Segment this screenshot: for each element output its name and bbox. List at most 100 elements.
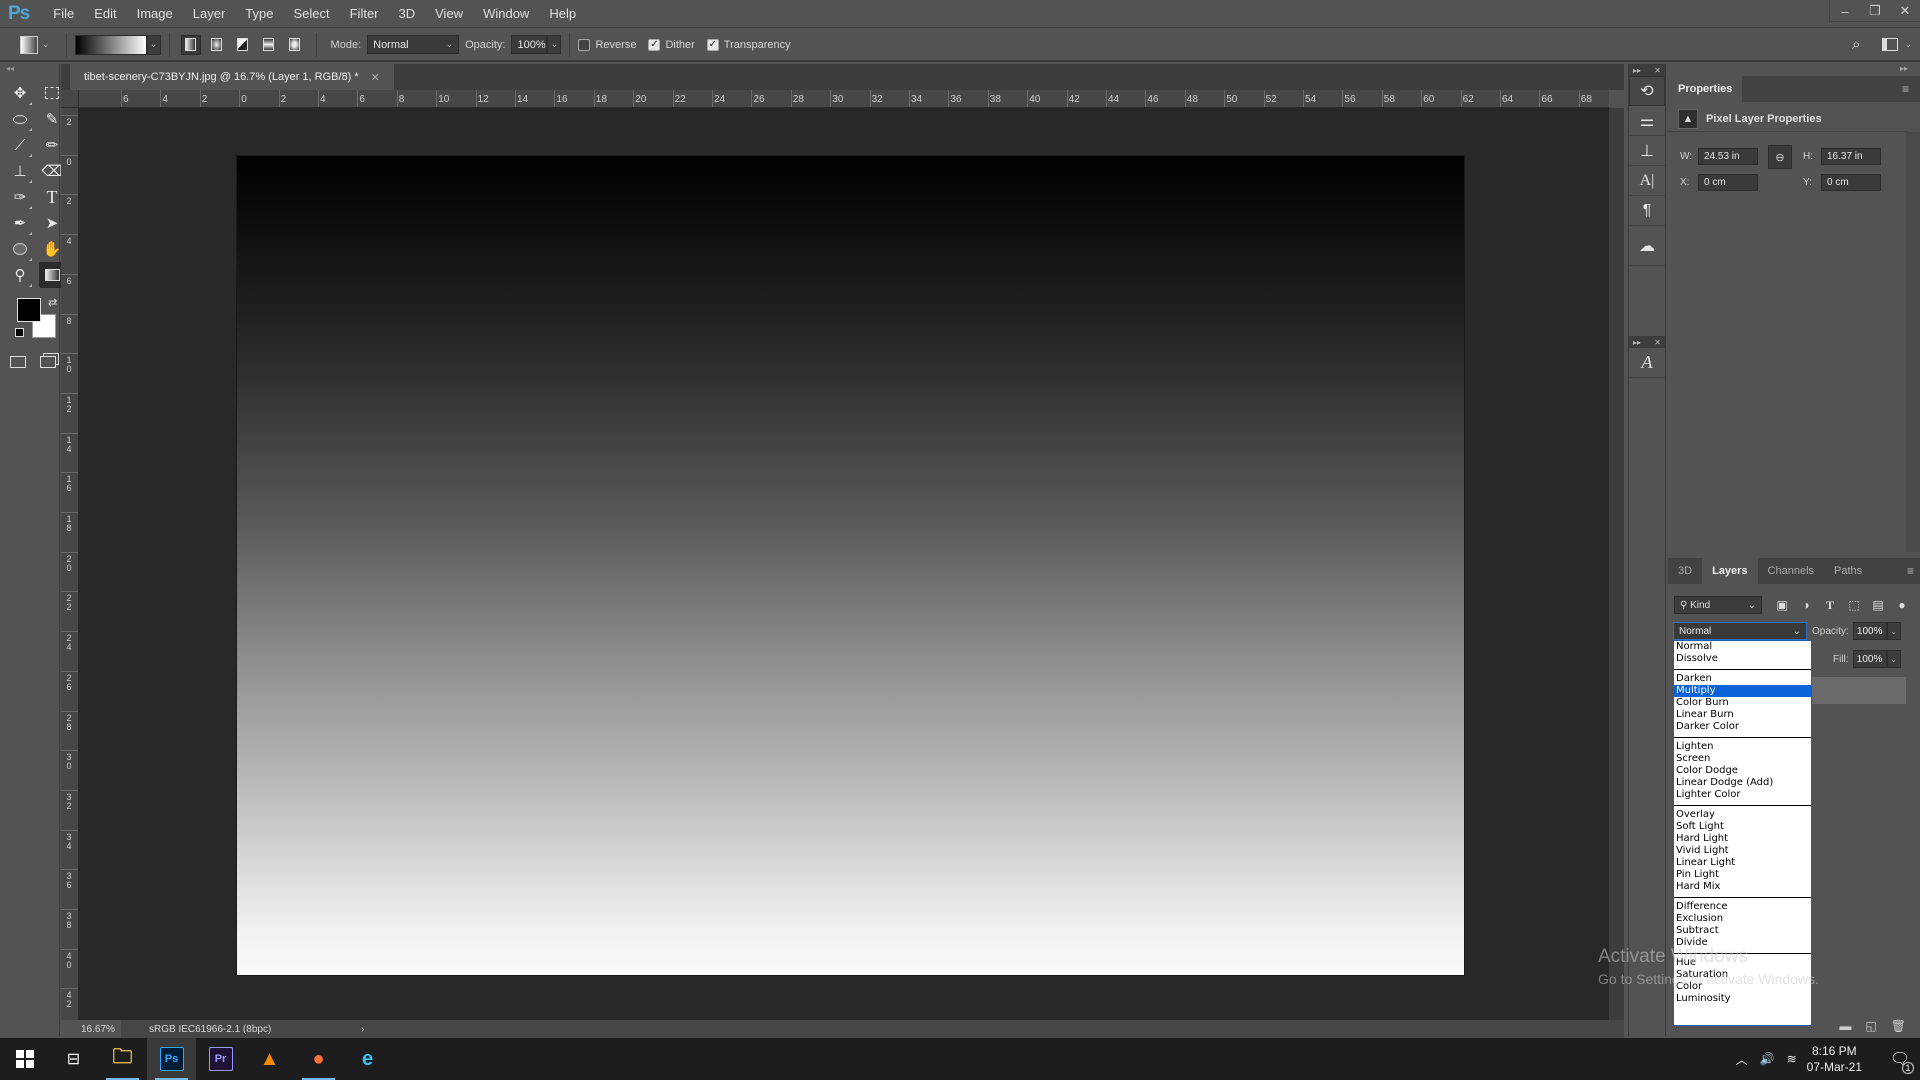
taskbar-file-explorer[interactable]: 🗀	[98, 1038, 147, 1080]
checkmark-icon[interactable]: ✓	[648, 38, 661, 51]
taskbar-photoshop[interactable]: Ps	[147, 1038, 196, 1080]
mode-select[interactable]: Normal ⌄	[367, 35, 460, 54]
blend-mode-option-exclusion[interactable]: Exclusion	[1674, 913, 1811, 925]
opacity-dropdown[interactable]: ⌄	[547, 35, 562, 54]
link-dimensions-icon[interactable]: ⊖	[1768, 145, 1792, 169]
tab-paths[interactable]: Paths	[1824, 558, 1872, 584]
taskbar-vlc[interactable]: ▲	[245, 1038, 294, 1080]
quick-mask-icon[interactable]	[10, 356, 26, 368]
character-panel-button[interactable]: A|	[1629, 166, 1665, 196]
blend-mode-option-dissolve[interactable]: Dissolve	[1674, 653, 1811, 665]
volume-icon[interactable]: 🔊	[1760, 1052, 1775, 1066]
clone-source-panel-button[interactable]: ⊥	[1629, 136, 1665, 166]
chevron-down-icon[interactable]: ⌄	[42, 39, 50, 50]
collapse-toolbar-icon[interactable]: ◂◂	[0, 64, 59, 74]
type-filter-icon[interactable]: T	[1818, 598, 1842, 613]
blend-mode-option-vivid-light[interactable]: Vivid Light	[1674, 845, 1811, 857]
blend-mode-option-color-dodge[interactable]: Color Dodge	[1674, 765, 1811, 777]
layer-fill-dropdown[interactable]: ⌄	[1886, 650, 1901, 668]
clock[interactable]: 8:16 PM 07-Mar-21	[1807, 1043, 1862, 1075]
delete-layer-icon[interactable]: 🗑	[1891, 1019, 1906, 1033]
gradient-picker-dropdown[interactable]: ⌄	[146, 34, 161, 55]
expand-panels-icon[interactable]: ▸▸	[1633, 338, 1641, 347]
expand-panels-icon[interactable]: ▸▸	[1633, 66, 1641, 75]
ruler-origin[interactable]	[61, 90, 79, 108]
close-dock-icon[interactable]: ✕	[1654, 66, 1661, 75]
taskbar-firefox[interactable]: ●	[294, 1038, 343, 1080]
show-hidden-icons[interactable]: ︿	[1736, 1051, 1748, 1068]
search-icon[interactable]: ⌕	[1852, 36, 1860, 53]
menu-edit[interactable]: Edit	[84, 6, 126, 21]
menu-view[interactable]: View	[425, 6, 473, 21]
blend-mode-option-hue[interactable]: Hue	[1674, 957, 1811, 969]
vertical-ruler[interactable]: 2 0 2 4 6 8 10 12 14 16 18 20 22 24 26 28 30 32 34 36 38 40 42	[61, 90, 79, 1020]
history-brush-tool[interactable]: ✑	[7, 184, 33, 210]
document-scrollbar[interactable]	[1609, 108, 1624, 1020]
y-input[interactable]: 0 cm	[1821, 174, 1881, 191]
blend-mode-option-lighter-color[interactable]: Lighter Color	[1674, 789, 1811, 801]
opacity-input[interactable]: 100%	[511, 35, 548, 54]
tool-preset-picker[interactable]	[20, 35, 38, 54]
history-panel-button[interactable]: ⟲	[1629, 76, 1665, 106]
notification-center-button[interactable]: 🗨 1	[1880, 1038, 1920, 1080]
blend-mode-option-linear-burn[interactable]: Linear Burn	[1674, 709, 1811, 721]
close-dock-icon[interactable]: ✕	[1654, 338, 1661, 347]
blend-mode-option-screen[interactable]: Screen	[1674, 753, 1811, 765]
ellipse-tool[interactable]	[7, 236, 33, 262]
new-layer-icon[interactable]: ◱	[1865, 1019, 1876, 1033]
canvas-image[interactable]	[237, 156, 1464, 975]
tab-layers[interactable]: Layers	[1702, 558, 1758, 584]
blend-mode-option-pin-light[interactable]: Pin Light	[1674, 869, 1811, 881]
close-document-icon[interactable]: ✕	[371, 71, 380, 84]
blend-mode-option-linear-dodge-add[interactable]: Linear Dodge (Add)	[1674, 777, 1811, 789]
eyedropper-tool[interactable]: ⟋	[7, 132, 33, 158]
checkmark-icon[interactable]: ✓	[706, 38, 719, 51]
properties-tab[interactable]: Properties	[1668, 76, 1743, 102]
chevron-down-icon[interactable]: ⌄	[1904, 39, 1912, 50]
new-group-icon[interactable]: ▬	[1839, 1019, 1851, 1033]
shape-filter-icon[interactable]: ⬚	[1842, 598, 1866, 612]
blend-mode-option-darken[interactable]: Darken	[1674, 673, 1811, 685]
menu-image[interactable]: Image	[127, 6, 183, 21]
blend-mode-option-color-burn[interactable]: Color Burn	[1674, 697, 1811, 709]
tab-channels[interactable]: Channels	[1758, 558, 1824, 584]
filter-toggle-icon[interactable]: ●	[1890, 598, 1914, 612]
panel-menu-icon[interactable]: ≡	[1902, 82, 1909, 96]
blend-mode-option-overlay[interactable]: Overlay	[1674, 809, 1811, 821]
menu-layer[interactable]: Layer	[183, 6, 236, 21]
lasso-tool[interactable]	[7, 106, 33, 132]
menu-select[interactable]: Select	[283, 6, 339, 21]
blend-mode-option-soft-light[interactable]: Soft Light	[1674, 821, 1811, 833]
panel-menu-icon[interactable]: ≡	[1907, 564, 1914, 578]
foreground-color-swatch[interactable]	[17, 298, 41, 322]
blend-mode-option-divide[interactable]: Divide	[1674, 937, 1811, 949]
adjustment-filter-icon[interactable]: ◑	[1794, 598, 1818, 612]
blend-mode-option-linear-light[interactable]: Linear Light	[1674, 857, 1811, 869]
task-view-button[interactable]: ⊟	[49, 1038, 98, 1080]
layer-fill-input[interactable]: 100%	[1852, 650, 1887, 668]
linear-gradient-button[interactable]	[180, 34, 201, 55]
blend-mode-option-difference[interactable]: Difference	[1674, 901, 1811, 913]
filter-kind-dropdown[interactable]: ⚲ Kind ⌄	[1674, 596, 1762, 614]
menu-filter[interactable]: Filter	[340, 6, 389, 21]
libraries-panel-button[interactable]: ☁	[1629, 226, 1665, 266]
zoom-tool[interactable]: ⚲	[7, 262, 33, 288]
horizontal-ruler[interactable]: 6 4 2 0 2 4 6 8 10 12 14 16 18 20 22 24 26 28 30 32 34 36 38 40…	[79, 90, 1609, 108]
taskbar-premiere-pro[interactable]: Pr	[196, 1038, 245, 1080]
diamond-gradient-button[interactable]	[285, 35, 305, 55]
menu-file[interactable]: File	[43, 6, 84, 21]
blend-mode-option-lighten[interactable]: Lighten	[1674, 741, 1811, 753]
chevron-right-icon[interactable]: ›	[361, 1024, 364, 1035]
workspace-icon[interactable]	[1882, 38, 1899, 51]
blend-mode-option-subtract[interactable]: Subtract	[1674, 925, 1811, 937]
radial-gradient-button[interactable]	[207, 35, 227, 55]
wifi-icon[interactable]: ≋	[1787, 1052, 1797, 1066]
expand-panels-icon[interactable]: ▸▸	[1900, 64, 1908, 73]
blend-mode-select[interactable]: Normal ⌄	[1673, 622, 1807, 640]
blend-mode-option-hard-light[interactable]: Hard Light	[1674, 833, 1811, 845]
pixel-filter-icon[interactable]: ▣	[1770, 598, 1794, 612]
height-input[interactable]: 16.37 in	[1821, 148, 1881, 165]
blend-mode-option-multiply[interactable]: Multiply	[1674, 685, 1811, 697]
taskbar-edge[interactable]: e	[343, 1038, 392, 1080]
minimize-button[interactable]: –	[1830, 0, 1860, 22]
